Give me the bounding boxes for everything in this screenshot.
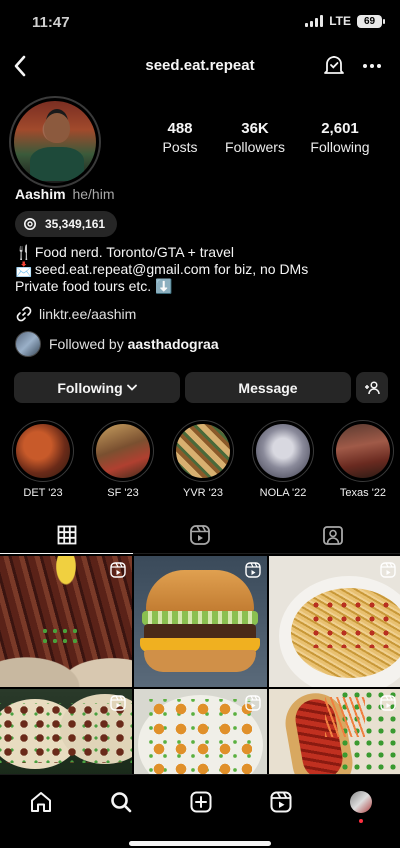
story-highlights: DET '23 SF '23 YVR '23 NOLA '22 Texas '2…	[0, 420, 400, 500]
threads-icon	[24, 218, 36, 230]
profile-avatar-small	[350, 791, 372, 813]
post-thumbnail[interactable]	[0, 556, 132, 687]
tab-search[interactable]	[106, 787, 136, 817]
profile-bio: 🍴 Food nerd. Toronto/GTA + travel 📩 seed…	[15, 244, 385, 295]
tab-create[interactable]	[186, 787, 216, 817]
message-button[interactable]: Message	[185, 372, 351, 403]
posts-grid	[0, 556, 400, 774]
highlight-label: YVR '23	[182, 487, 223, 499]
highlight-cover	[16, 424, 70, 478]
stat-label: Followers	[225, 139, 285, 155]
notification-dot	[359, 819, 363, 823]
signal-icon	[305, 15, 324, 27]
battery-icon: 69	[357, 14, 385, 28]
tagged-icon	[323, 525, 344, 545]
network-label: LTE	[329, 14, 351, 28]
mutual-username: aasthadograa	[127, 336, 219, 352]
profile-name-line: Aashim he/him	[15, 186, 115, 202]
threads-count: 35,349,161	[45, 217, 106, 231]
reel-badge-icon	[110, 695, 126, 711]
plus-square-icon	[190, 791, 212, 813]
profile-link[interactable]: linktr.ee/aashim	[15, 305, 136, 323]
stat-following[interactable]: 2,601 Following	[300, 120, 380, 156]
highlight-cover	[96, 424, 150, 478]
home-icon	[31, 792, 51, 812]
add-user-icon	[365, 380, 380, 394]
tab-posts[interactable]	[0, 516, 134, 554]
following-button[interactable]: Following	[14, 372, 180, 403]
link-text: linktr.ee/aashim	[39, 306, 137, 322]
stat-followers[interactable]: 36K Followers	[220, 120, 290, 156]
highlight-label: Texas '22	[339, 487, 387, 499]
bell-check-icon	[324, 56, 344, 74]
status-indicators: LTE 69	[305, 14, 385, 28]
stat-value: 488	[167, 120, 193, 137]
post-thumbnail[interactable]	[269, 556, 400, 687]
more-horizontal-icon	[363, 64, 381, 68]
highlight-item[interactable]: DET '23	[11, 420, 75, 499]
tab-profile[interactable]	[346, 787, 376, 823]
highlight-cover	[176, 424, 230, 478]
stat-posts[interactable]: 488 Posts	[150, 120, 210, 156]
post-thumbnail[interactable]	[269, 689, 400, 774]
threads-badge[interactable]: 35,349,161	[15, 211, 118, 237]
reel-badge-icon	[245, 562, 261, 578]
bottom-tab-bar	[0, 774, 400, 848]
content-tabs	[0, 516, 400, 554]
suggested-users-button[interactable]	[356, 372, 388, 403]
followed-by[interactable]: Followed by aasthadograa	[15, 331, 219, 357]
highlight-item[interactable]: Texas '22	[331, 420, 395, 499]
reel-badge-icon	[380, 695, 396, 711]
highlight-label: NOLA '22	[259, 487, 307, 499]
profile-avatar[interactable]	[9, 96, 101, 188]
home-indicator	[129, 841, 271, 846]
profile-header: seed.eat.repeat	[0, 48, 400, 84]
reel-badge-icon	[380, 562, 396, 578]
reel-badge-icon	[110, 562, 126, 578]
highlight-cover	[256, 424, 310, 478]
search-icon	[111, 792, 132, 813]
highlight-item[interactable]: NOLA '22	[251, 420, 315, 499]
reel-badge-icon	[245, 695, 261, 711]
post-thumbnail[interactable]	[0, 689, 132, 774]
profile-name: Aashim	[15, 186, 66, 202]
stat-label: Posts	[162, 139, 198, 155]
more-options-button[interactable]	[358, 52, 386, 80]
status-time: 11:47	[32, 14, 70, 31]
status-bar: 11:47 LTE 69	[0, 0, 400, 44]
tab-tagged[interactable]	[267, 516, 400, 553]
notifications-button[interactable]	[320, 52, 348, 80]
highlight-item[interactable]: YVR '23	[171, 420, 235, 499]
link-icon	[16, 306, 32, 322]
bio-line: 📩 seed.eat.repeat@gmail.com for biz, no …	[15, 261, 309, 277]
highlight-label: SF '23	[107, 487, 139, 499]
post-thumbnail[interactable]	[134, 556, 267, 687]
tab-home[interactable]	[26, 787, 56, 817]
profile-pronouns: he/him	[72, 186, 115, 202]
tab-reels[interactable]	[133, 516, 266, 553]
highlight-item[interactable]: SF '23	[91, 420, 155, 499]
fork-knife-icon: 🍴	[15, 244, 33, 260]
bio-line: Private food tours etc. ⬇️	[15, 278, 173, 294]
chevron-down-icon	[126, 384, 137, 391]
followed-by-text: Followed by aasthadograa	[49, 336, 219, 352]
mutual-avatar	[15, 331, 41, 357]
bio-line: 🍴 Food nerd. Toronto/GTA + travel	[15, 244, 234, 260]
grid-icon	[57, 525, 77, 544]
reels-icon	[190, 524, 210, 545]
reels-icon	[270, 791, 292, 813]
profile-actions: Following Message	[14, 372, 388, 403]
profile-photo	[14, 101, 96, 183]
highlight-cover	[336, 424, 390, 478]
envelope-icon: 📩	[15, 261, 33, 277]
post-thumbnail[interactable]	[134, 689, 267, 774]
stat-value: 2,601	[321, 120, 359, 137]
tab-reels-nav[interactable]	[266, 787, 296, 817]
profile-stats: 488 Posts 36K Followers 2,601 Following	[150, 120, 380, 156]
stat-label: Following	[310, 139, 370, 155]
stat-value: 36K	[241, 120, 269, 137]
highlight-label: DET '23	[23, 487, 63, 499]
